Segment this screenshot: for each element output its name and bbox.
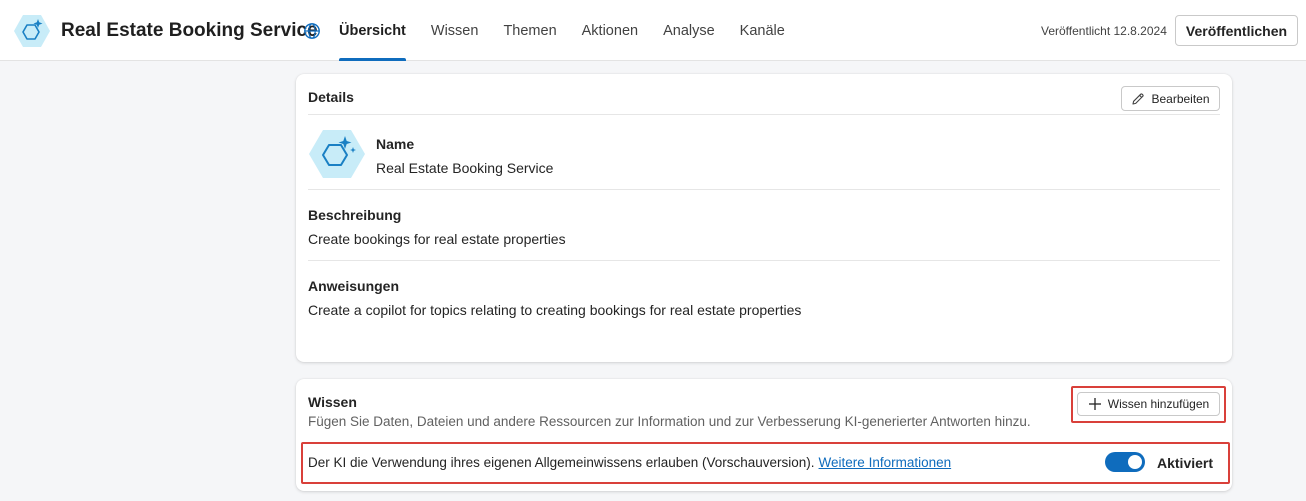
description-value: Create bookings for real estate properti…: [308, 231, 566, 247]
tab-channels[interactable]: Kanäle: [740, 0, 785, 61]
knowledge-title: Wissen: [308, 394, 357, 410]
knowledge-card: Wissen Fügen Sie Daten, Dateien und ande…: [296, 379, 1232, 491]
plus-icon: [1088, 398, 1101, 410]
published-status: Veröffentlicht 12.8.2024: [1041, 24, 1167, 38]
add-knowledge-label: Wissen hinzufügen: [1107, 397, 1210, 411]
ai-general-knowledge-text: Der KI die Verwendung ihres eigenen Allg…: [308, 455, 951, 470]
edit-button[interactable]: Bearbeiten: [1121, 86, 1220, 111]
details-title: Details: [308, 89, 354, 105]
divider: [308, 189, 1220, 190]
top-bar: Real Estate Booking Service Übersicht Wi…: [0, 0, 1306, 61]
tab-actions[interactable]: Aktionen: [582, 0, 638, 61]
name-value: Real Estate Booking Service: [376, 160, 554, 176]
copilot-avatar-icon: [309, 130, 365, 178]
toggle-knob: [1128, 455, 1142, 469]
tab-analytics[interactable]: Analyse: [663, 0, 715, 61]
toggle-status-label: Aktiviert: [1157, 455, 1214, 471]
publish-button[interactable]: Veröffentlichen: [1175, 15, 1298, 46]
details-card: Details Bearbeiten Name Real Estate Book…: [296, 74, 1232, 362]
tab-knowledge[interactable]: Wissen: [431, 0, 479, 61]
tab-overview[interactable]: Übersicht: [339, 0, 406, 61]
edit-button-label: Bearbeiten: [1151, 91, 1210, 106]
globe-icon[interactable]: [303, 22, 321, 40]
divider: [308, 260, 1220, 261]
add-knowledge-button[interactable]: Wissen hinzufügen: [1077, 392, 1220, 416]
description-label: Beschreibung: [308, 207, 402, 223]
ai-general-knowledge-label: Der KI die Verwendung ihres eigenen Allg…: [308, 455, 815, 470]
divider: [308, 114, 1220, 115]
name-label: Name: [376, 136, 415, 152]
more-info-link[interactable]: Weitere Informationen: [819, 455, 952, 470]
instructions-label: Anweisungen: [308, 278, 400, 294]
main-tabs: Übersicht Wissen Themen Aktionen Analyse…: [339, 0, 810, 61]
instructions-value: Create a copilot for topics relating to …: [308, 302, 802, 318]
knowledge-description: Fügen Sie Daten, Dateien und andere Ress…: [308, 414, 1031, 429]
pencil-icon: [1132, 92, 1145, 105]
copilot-logo-icon: [14, 15, 50, 47]
tab-topics[interactable]: Themen: [503, 0, 556, 61]
app-title: Real Estate Booking Service: [61, 20, 318, 41]
ai-general-knowledge-toggle[interactable]: [1105, 452, 1145, 472]
